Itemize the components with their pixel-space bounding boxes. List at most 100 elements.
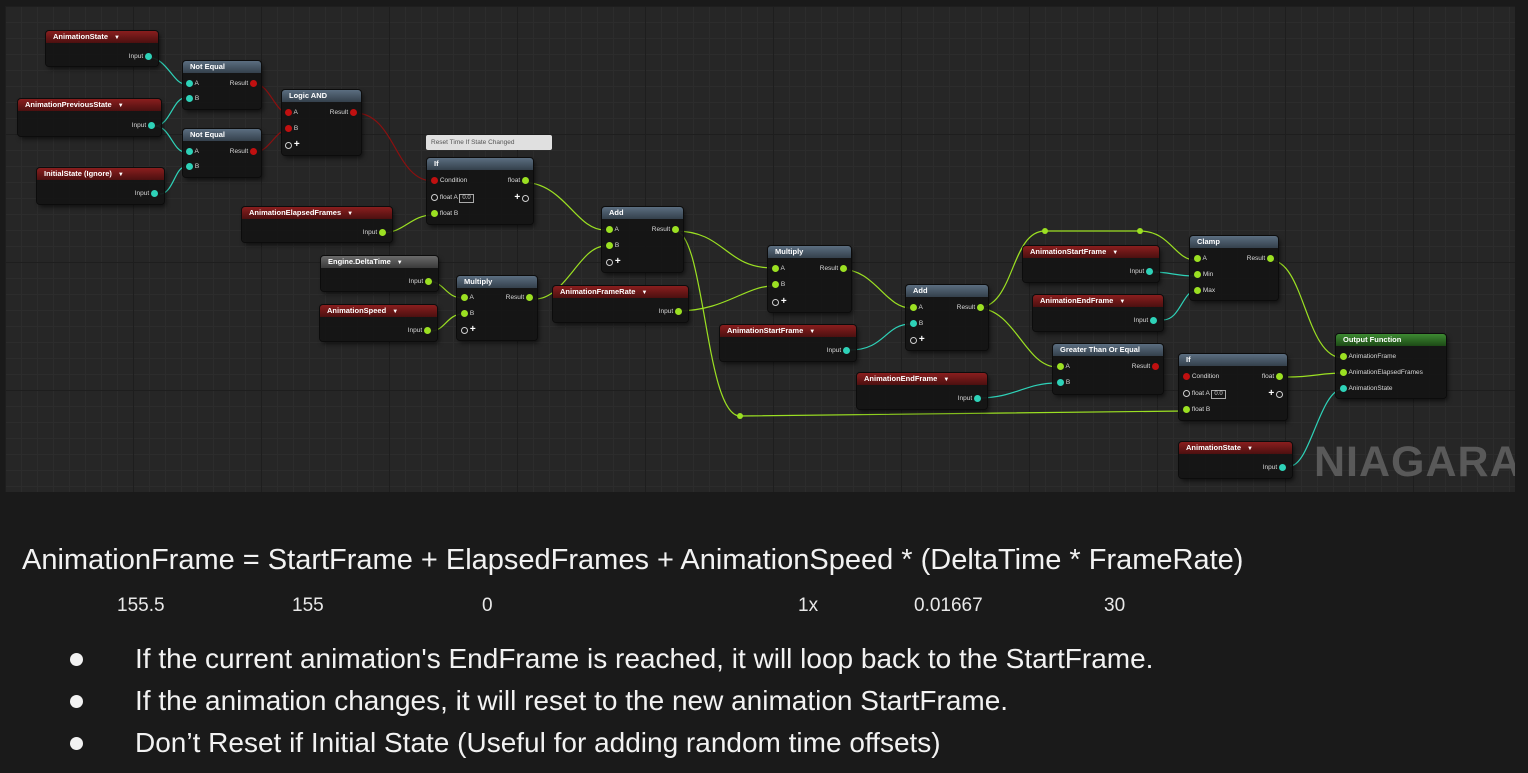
output-pin[interactable]: [840, 264, 847, 272]
multiply-node[interactable]: Multiply A Result B +: [768, 246, 851, 312]
input-pin[interactable]: [606, 241, 613, 249]
output-pin[interactable]: [526, 293, 533, 301]
input-pin[interactable]: [285, 124, 292, 132]
input-pin[interactable]: [1057, 378, 1064, 386]
pin-label: A: [614, 226, 619, 233]
niagara-graph-canvas[interactable]: AnimationState ▼ Input AnimationPreviousS…: [5, 6, 1515, 492]
input-pin[interactable]: [1340, 368, 1347, 376]
plus-icon[interactable]: +: [781, 296, 787, 307]
comment-bubble[interactable]: Reset Time If State Changed: [426, 135, 552, 150]
output-pin[interactable]: [148, 121, 155, 129]
output-pin[interactable]: [675, 307, 682, 315]
pin-label: AnimationElapsedFrames: [1348, 369, 1423, 376]
if-node[interactable]: If Condition float float A 0.0 + float B: [1179, 354, 1287, 420]
input-pin[interactable]: [1340, 384, 1347, 392]
logic-and-node[interactable]: Logic AND A Result B +: [282, 90, 361, 155]
output-pin[interactable]: [977, 303, 984, 311]
animation-state-node[interactable]: AnimationState ▼ Input: [1179, 442, 1292, 478]
input-pin[interactable]: [186, 162, 193, 170]
input-pin[interactable]: [1194, 270, 1201, 278]
add-node[interactable]: Add A Result B +: [906, 285, 988, 350]
output-function-node[interactable]: Output Function AnimationFrame Animation…: [1336, 334, 1446, 398]
output-pin[interactable]: [1276, 372, 1283, 380]
output-pin[interactable]: [1150, 316, 1157, 324]
float-a-value-field[interactable]: 0.0: [459, 194, 474, 203]
input-pin[interactable]: [431, 209, 438, 217]
animation-previous-state-node[interactable]: AnimationPreviousState ▼ Input: [18, 99, 161, 136]
plus-icon[interactable]: +: [470, 324, 476, 335]
output-pin[interactable]: [843, 346, 850, 354]
input-pin[interactable]: [1057, 362, 1064, 370]
greater-than-or-equal-node[interactable]: Greater Than Or Equal A Result B: [1053, 344, 1163, 394]
input-pin[interactable]: [461, 309, 468, 317]
add-pin-icon[interactable]: [1276, 390, 1283, 398]
output-pin[interactable]: [522, 176, 529, 184]
output-pin[interactable]: [1146, 267, 1153, 275]
input-pin[interactable]: [186, 94, 193, 102]
plus-icon[interactable]: +: [615, 256, 621, 267]
output-pin[interactable]: [974, 394, 981, 402]
input-pin[interactable]: [910, 319, 917, 327]
add-pin-icon[interactable]: [285, 141, 292, 149]
dropdown-arrow-icon: ▼: [117, 172, 124, 178]
animation-end-frame-node[interactable]: AnimationEndFrame ▼ Input: [857, 373, 987, 409]
input-pin[interactable]: [1194, 286, 1201, 294]
if-node[interactable]: If Condition float float A 0.0 + float B: [427, 158, 533, 224]
input-pin[interactable]: [285, 108, 292, 116]
input-pin[interactable]: [772, 264, 779, 272]
wire: [1269, 259, 1344, 359]
input-pin[interactable]: [1183, 372, 1190, 380]
input-pin[interactable]: [186, 79, 193, 87]
animation-start-frame-node[interactable]: AnimationStartFrame ▼ Input: [1023, 246, 1159, 282]
output-pin[interactable]: [1152, 362, 1159, 370]
node-title: Engine.DeltaTime: [328, 257, 391, 266]
animation-elapsed-frames-node[interactable]: AnimationElapsedFrames ▼ Input: [242, 207, 392, 242]
input-pin[interactable]: [1183, 389, 1190, 397]
plus-icon[interactable]: +: [514, 192, 520, 203]
animation-speed-node[interactable]: AnimationSpeed ▼ Input: [320, 305, 437, 341]
input-pin[interactable]: [186, 147, 193, 155]
add-node[interactable]: Add A Result B +: [602, 207, 683, 272]
animation-state-node[interactable]: AnimationState ▼ Input: [46, 31, 158, 66]
plus-icon[interactable]: +: [294, 139, 300, 150]
add-pin-icon[interactable]: [606, 258, 613, 266]
input-pin[interactable]: [1340, 352, 1347, 360]
input-pin[interactable]: [606, 225, 613, 233]
output-pin[interactable]: [1267, 254, 1274, 262]
add-pin-icon[interactable]: [522, 194, 529, 202]
input-pin[interactable]: [1194, 254, 1201, 262]
engine-delta-time-node[interactable]: Engine.DeltaTime ▼ Input: [321, 256, 438, 291]
output-pin[interactable]: [151, 189, 158, 197]
output-pin[interactable]: [379, 228, 386, 236]
not-equal-node[interactable]: Not Equal A Result B: [183, 129, 261, 177]
input-pin[interactable]: [431, 176, 438, 184]
output-pin[interactable]: [250, 147, 257, 155]
animation-frame-rate-node[interactable]: AnimationFrameRate ▼ Input: [553, 286, 688, 322]
not-equal-node[interactable]: Not Equal A Result B: [183, 61, 261, 109]
add-pin-icon[interactable]: [910, 336, 917, 344]
output-pin[interactable]: [250, 79, 257, 87]
input-pin[interactable]: [910, 303, 917, 311]
input-pin[interactable]: [772, 280, 779, 288]
output-pin[interactable]: [1279, 463, 1286, 471]
add-pin-icon[interactable]: [461, 326, 468, 334]
float-a-value-field[interactable]: 0.0: [1211, 390, 1226, 399]
pin-label: Condition: [439, 177, 468, 184]
plus-icon[interactable]: +: [1268, 388, 1274, 399]
add-pin-icon[interactable]: [772, 298, 779, 306]
input-pin[interactable]: [461, 293, 468, 301]
output-pin[interactable]: [425, 277, 432, 285]
animation-end-frame-node[interactable]: AnimationEndFrame ▼ Input: [1033, 295, 1163, 331]
input-pin[interactable]: [431, 193, 438, 201]
initial-state-node[interactable]: InitialState (Ignore) ▼ Input: [37, 168, 164, 204]
output-pin[interactable]: [672, 225, 679, 233]
clamp-node[interactable]: Clamp A Result Min Max: [1190, 236, 1278, 300]
multiply-node[interactable]: Multiply A Result B +: [457, 276, 537, 340]
animation-start-frame-node[interactable]: AnimationStartFrame ▼ Input: [720, 325, 856, 361]
dropdown-arrow-icon: ▼: [347, 211, 354, 217]
input-pin[interactable]: [1183, 405, 1190, 413]
output-pin[interactable]: [145, 52, 152, 60]
output-pin[interactable]: [424, 326, 431, 334]
output-pin[interactable]: [350, 108, 357, 116]
plus-icon[interactable]: +: [919, 334, 925, 345]
